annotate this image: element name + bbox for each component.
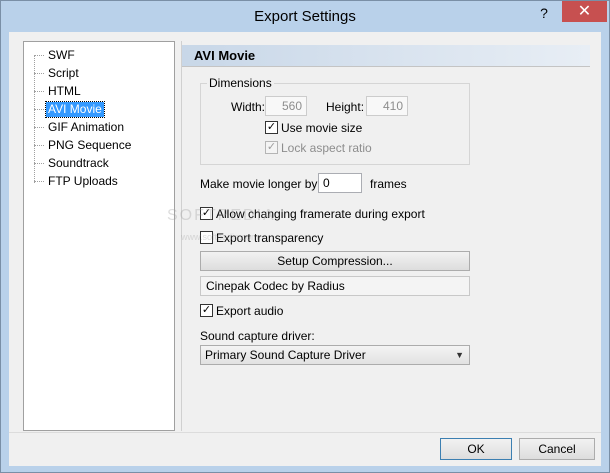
tree-item-ftp-uploads[interactable]: FTP Uploads bbox=[34, 173, 164, 190]
width-field[interactable]: 560 bbox=[265, 96, 307, 116]
tree-item-label: FTP Uploads bbox=[48, 174, 118, 188]
tree-item-label: PNG Sequence bbox=[48, 138, 132, 152]
tree-branch bbox=[34, 109, 44, 110]
tree-item-label: Soundtrack bbox=[48, 156, 109, 170]
tree-item-label: Script bbox=[48, 66, 79, 80]
checkmark-icon: ✓ bbox=[266, 141, 277, 153]
codec-display: Cinepak Codec by Radius bbox=[200, 276, 470, 296]
sound-driver-select[interactable]: Primary Sound Capture Driver ▼ bbox=[200, 345, 470, 365]
dimensions-group: Dimensions Width: 560 Height: 410 ✓ Use … bbox=[200, 76, 470, 165]
tree-item-script[interactable]: Script bbox=[34, 65, 164, 82]
checkmark-icon: ✓ bbox=[266, 121, 277, 133]
frames-unit-label: frames bbox=[370, 177, 407, 191]
height-field[interactable]: 410 bbox=[366, 96, 408, 116]
help-icon[interactable]: ? bbox=[529, 3, 559, 23]
longer-frames-field[interactable]: 0 bbox=[318, 173, 362, 193]
tree-item-soundtrack[interactable]: Soundtrack bbox=[34, 155, 164, 172]
footer-divider bbox=[9, 432, 601, 433]
tree-item-label: HTML bbox=[48, 84, 81, 98]
sound-driver-value: Primary Sound Capture Driver bbox=[205, 348, 366, 362]
width-label: Width: bbox=[231, 100, 266, 114]
tree-branch bbox=[34, 163, 44, 164]
lock-aspect-label: Lock aspect ratio bbox=[281, 141, 372, 155]
longer-label: Make movie longer by: bbox=[200, 177, 321, 191]
tree-branch bbox=[34, 91, 44, 92]
tree-item-swf[interactable]: SWF bbox=[34, 47, 164, 64]
tree-branch bbox=[34, 127, 44, 128]
tree-branch bbox=[34, 73, 44, 74]
tree-item-gif-animation[interactable]: GIF Animation bbox=[34, 119, 164, 136]
watermark: SOFTPEDIA bbox=[167, 207, 276, 224]
title-bar[interactable]: Export Settings ? ✕ bbox=[1, 1, 609, 32]
panel-title: AVI Movie bbox=[194, 48, 256, 63]
tree-item-label: SWF bbox=[48, 48, 75, 62]
tree-item-html[interactable]: HTML bbox=[34, 83, 164, 100]
sound-driver-label: Sound capture driver: bbox=[200, 329, 315, 343]
chevron-down-icon: ▼ bbox=[455, 350, 464, 360]
close-button[interactable]: ✕ bbox=[562, 1, 607, 22]
export-audio-checkbox[interactable]: ✓ bbox=[200, 304, 213, 317]
settings-tree[interactable]: SWF Script HTML AVI Movie GIF Animation … bbox=[23, 41, 175, 431]
tree-branch bbox=[34, 181, 44, 182]
use-movie-size-checkbox[interactable]: ✓ bbox=[265, 121, 278, 134]
tree-item-avi-movie[interactable]: AVI Movie bbox=[34, 101, 164, 118]
watermark-url: www.softpedia.com bbox=[181, 232, 259, 242]
lock-aspect-checkbox[interactable]: ✓ bbox=[265, 141, 278, 154]
panel-header: AVI Movie bbox=[182, 45, 590, 67]
setup-compression-button[interactable]: Setup Compression... bbox=[200, 251, 470, 271]
dialog-body: SWF Script HTML AVI Movie GIF Animation … bbox=[9, 32, 601, 466]
export-audio-label: Export audio bbox=[216, 304, 284, 318]
window-title: Export Settings bbox=[254, 8, 356, 25]
close-icon: ✕ bbox=[577, 3, 592, 20]
tree-branch bbox=[34, 55, 44, 56]
tree-branch bbox=[34, 145, 44, 146]
export-settings-window: Export Settings ? ✕ SWF Script HTML AVI … bbox=[0, 0, 610, 473]
dimensions-legend: Dimensions bbox=[207, 76, 274, 90]
cancel-button[interactable]: Cancel bbox=[519, 438, 595, 460]
use-movie-size-label: Use movie size bbox=[281, 121, 363, 135]
checkmark-icon: ✓ bbox=[201, 304, 212, 316]
tree-item-label: GIF Animation bbox=[48, 120, 125, 134]
tree-item-png-sequence[interactable]: PNG Sequence bbox=[34, 137, 164, 154]
tree-item-label: AVI Movie bbox=[45, 101, 105, 118]
height-label: Height: bbox=[326, 100, 365, 114]
ok-button[interactable]: OK bbox=[440, 438, 512, 460]
